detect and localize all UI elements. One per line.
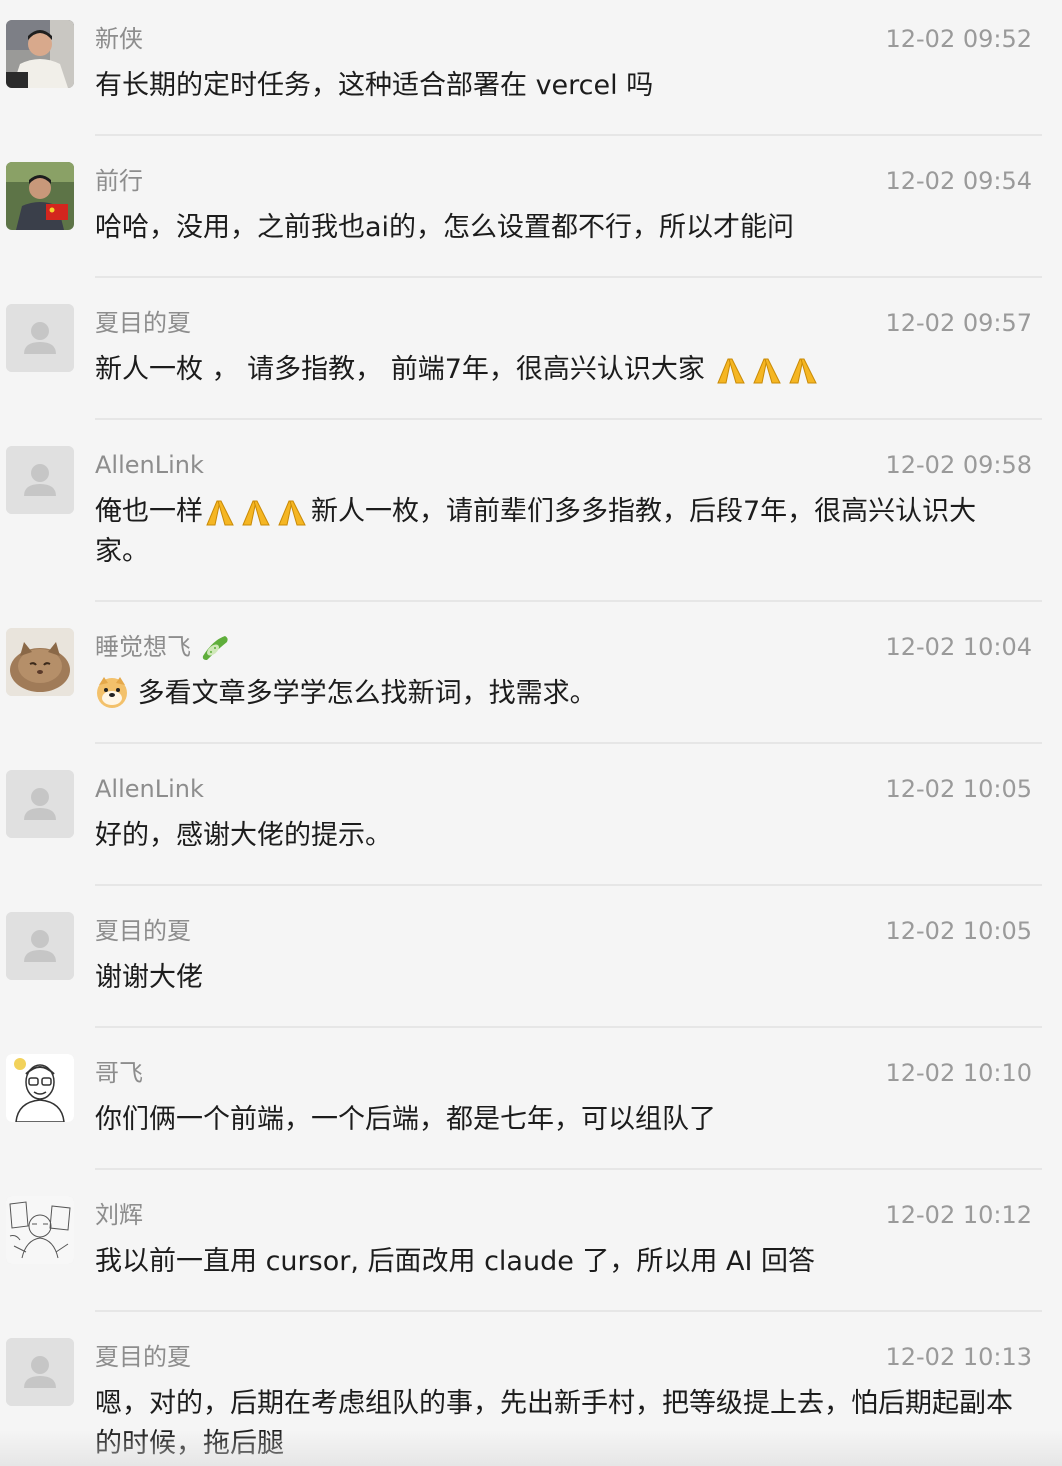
message-item: 刘辉 12-02 10:12 我以前一直用 cursor, 后面改用 claud… bbox=[0, 1176, 1062, 1318]
doge-icon bbox=[97, 677, 127, 708]
message-text: 新人一枚 ， 请多指教， 前端7年，很高兴认识大家 bbox=[95, 350, 1025, 390]
sender-name[interactable]: 前行 bbox=[95, 164, 143, 198]
avatar[interactable] bbox=[6, 1196, 74, 1264]
message-text: 哈哈，没用，之前我也ai的，怎么设置都不行，所以才能问 bbox=[95, 212, 795, 243]
message-item: 夏目的夏 12-02 10:05 谢谢大佬 bbox=[0, 892, 1062, 1034]
avatar[interactable] bbox=[6, 446, 74, 514]
avatar[interactable] bbox=[6, 912, 74, 980]
message-text: 好的，感谢大佬的提示。 bbox=[95, 820, 392, 851]
default-user-icon bbox=[6, 1338, 74, 1406]
sender-name[interactable]: 哥飞 bbox=[95, 1056, 143, 1090]
sender-name[interactable]: 夏目的夏 bbox=[95, 1340, 191, 1374]
default-user-icon bbox=[6, 912, 74, 980]
divider bbox=[95, 276, 1042, 278]
message-time: 12-02 10:10 bbox=[885, 1059, 1032, 1087]
user-photo-icon bbox=[6, 20, 74, 88]
divider bbox=[95, 1310, 1042, 1312]
sender-name[interactable]: AllenLink bbox=[95, 772, 204, 806]
message-item: 夏目的夏 12-02 09:57 新人一枚 ， 请多指教， 前端7年，很高兴认识… bbox=[0, 284, 1062, 426]
message-text: 俺也一样 新人一枚，请前辈们多多指教，后段7年，很高兴认识大家。 bbox=[95, 492, 1025, 572]
pray-emoji-group bbox=[714, 355, 822, 385]
message-time: 12-02 09:52 bbox=[885, 25, 1032, 53]
message-text: 谢谢大佬 bbox=[95, 962, 203, 993]
avatar[interactable] bbox=[6, 1338, 74, 1406]
cartoon-face-icon bbox=[6, 1054, 74, 1122]
avatar[interactable] bbox=[6, 20, 74, 88]
message-text-part: 多看文章多学学怎么找新词，找需求。 bbox=[129, 678, 597, 709]
sender-name[interactable]: 刘辉 bbox=[95, 1198, 143, 1232]
avatar[interactable] bbox=[6, 1054, 74, 1122]
avatar[interactable] bbox=[6, 162, 74, 230]
divider bbox=[95, 134, 1042, 136]
default-user-icon bbox=[6, 304, 74, 372]
avatar[interactable] bbox=[6, 628, 74, 696]
message-item: 新侠 12-02 09:52 有长期的定时任务，这种适合部署在 vercel 吗 bbox=[0, 0, 1062, 142]
pray-emoji-group bbox=[203, 497, 311, 527]
cucumber-icon bbox=[202, 636, 228, 660]
avatar[interactable] bbox=[6, 304, 74, 372]
divider bbox=[95, 600, 1042, 602]
message-time: 12-02 09:57 bbox=[885, 309, 1032, 337]
divider bbox=[95, 418, 1042, 420]
divider bbox=[95, 1026, 1042, 1028]
message-item: AllenLink 12-02 10:05 好的，感谢大佬的提示。 bbox=[0, 750, 1062, 892]
message-text: 你们俩一个前端，一个后端，都是七年，可以组队了 bbox=[95, 1104, 716, 1135]
pray-icon bbox=[206, 500, 306, 526]
sender-name[interactable]: 新侠 bbox=[95, 22, 143, 56]
message-item: 前行 12-02 09:54 哈哈，没用，之前我也ai的，怎么设置都不行，所以才… bbox=[0, 142, 1062, 284]
sender-name[interactable]: 夏目的夏 bbox=[95, 306, 191, 340]
message-feed: 新侠 12-02 09:52 有长期的定时任务，这种适合部署在 vercel 吗… bbox=[0, 0, 1062, 1466]
message-time: 12-02 10:12 bbox=[885, 1201, 1032, 1229]
message-item: AllenLink 12-02 09:58 俺也一样 新人一枚，请前辈们多多指教，… bbox=[0, 426, 1062, 608]
divider bbox=[95, 884, 1042, 886]
pray-icon bbox=[716, 358, 817, 384]
message-time: 12-02 10:04 bbox=[885, 633, 1032, 661]
default-user-icon bbox=[6, 770, 74, 838]
user-photo-icon bbox=[6, 162, 74, 230]
avatar[interactable] bbox=[6, 770, 74, 838]
divider bbox=[95, 1168, 1042, 1170]
message-time: 12-02 10:05 bbox=[885, 917, 1032, 945]
message-text-part: 新人一枚 ， 请多指教， 前端7年，很高兴认识大家 bbox=[95, 354, 714, 385]
sender-name[interactable]: 夏目的夏 bbox=[95, 914, 191, 948]
message-text-part: 俺也一样 bbox=[95, 496, 203, 527]
sender-name[interactable]: AllenLink bbox=[95, 448, 204, 482]
message-text: 多看文章多学学怎么找新词，找需求。 bbox=[95, 674, 1025, 714]
message-item: 夏目的夏 12-02 10:13 嗯，对的，后期在考虑组队的事，先出新手村，把等… bbox=[0, 1318, 1062, 1466]
message-item: 哥飞 12-02 10:10 你们俩一个前端，一个后端，都是七年，可以组队了 bbox=[0, 1034, 1062, 1176]
message-item: 睡觉想飞 12-02 10:04 多看文章多学学怎么找新词，找需求。 bbox=[0, 608, 1062, 750]
default-user-icon bbox=[6, 446, 74, 514]
message-text: 有长期的定时任务，这种适合部署在 vercel 吗 bbox=[95, 70, 654, 101]
message-text: 嗯，对的，后期在考虑组队的事，先出新手村，把等级提上去，怕后期起副本的时候，拖后… bbox=[95, 1388, 1013, 1459]
message-time: 12-02 10:13 bbox=[885, 1343, 1032, 1371]
message-time: 12-02 09:58 bbox=[885, 451, 1032, 479]
message-time: 12-02 09:54 bbox=[885, 167, 1032, 195]
message-text: 我以前一直用 cursor, 后面改用 claude 了，所以用 AI 回答 bbox=[95, 1246, 816, 1277]
message-time: 12-02 10:05 bbox=[885, 775, 1032, 803]
doge-emoji bbox=[95, 675, 129, 709]
sender-name-text: 睡觉想飞 bbox=[95, 633, 191, 661]
divider bbox=[95, 742, 1042, 744]
cat-photo-icon bbox=[6, 628, 74, 696]
sender-name[interactable]: 睡觉想飞 bbox=[95, 630, 231, 664]
sketch-drawing-icon bbox=[6, 1196, 74, 1264]
cucumber-emoji bbox=[199, 632, 231, 662]
